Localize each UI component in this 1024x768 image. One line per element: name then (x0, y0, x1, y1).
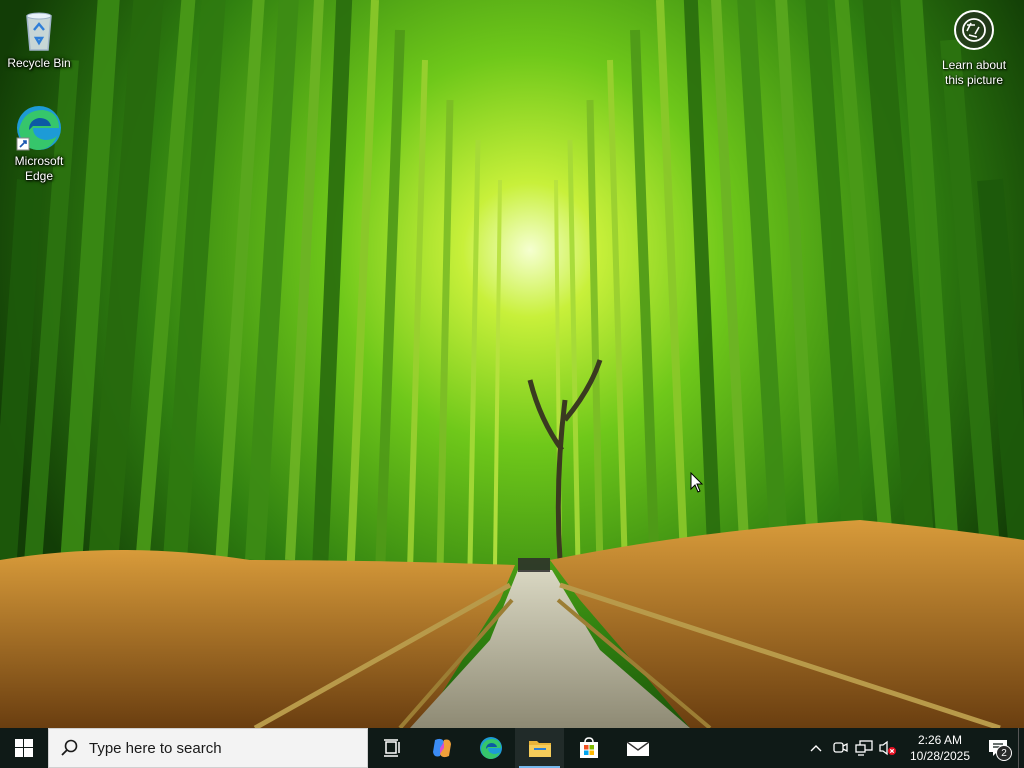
mail-button[interactable] (613, 728, 662, 768)
volume-button[interactable] (876, 728, 900, 768)
camera-lens-icon (954, 10, 994, 50)
windows-logo-icon (15, 739, 33, 757)
recycle-bin-desktop-icon[interactable]: Recycle Bin (1, 6, 77, 71)
file-explorer-button[interactable] (515, 728, 564, 768)
edge-icon (479, 737, 502, 759)
taskbar: Type here to search 2:26 AM 10/28/2025 2 (0, 728, 1024, 768)
network-button[interactable] (852, 728, 876, 768)
folder-icon (528, 741, 551, 757)
clock-time: 2:26 AM (917, 733, 963, 747)
start-button[interactable] (0, 728, 48, 768)
meet-now-icon (833, 742, 848, 753)
taskbar-clock[interactable]: 2:26 AM 10/28/2025 (902, 728, 978, 768)
microsoft-store-button[interactable] (564, 728, 613, 768)
system-tray: 2:26 AM 10/28/2025 2 (804, 728, 1024, 768)
learn-about-picture-label: Learn about this picture (941, 58, 1007, 87)
show-hidden-icons-button[interactable] (804, 728, 828, 768)
notification-count-badge: 2 (996, 745, 1012, 761)
search-placeholder: Type here to search (89, 739, 222, 757)
store-icon (579, 737, 598, 758)
recycle-bin-icon (15, 6, 63, 54)
volume-muted-icon (879, 740, 896, 756)
task-view-icon (383, 739, 400, 757)
microsoft-edge-label: Microsoft Edge (14, 154, 64, 183)
search-icon (61, 739, 78, 756)
copilot-button[interactable] (417, 728, 466, 768)
meet-now-button[interactable] (828, 728, 852, 768)
recycle-bin-label: Recycle Bin (7, 56, 71, 70)
edge-taskbar-button[interactable] (466, 728, 515, 768)
clock-date: 10/28/2025 (909, 749, 971, 763)
task-view-button[interactable] (368, 728, 417, 768)
copilot-icon (432, 738, 451, 758)
chevron-up-icon (810, 745, 822, 752)
show-desktop-button[interactable] (1018, 728, 1024, 768)
edge-icon (15, 104, 63, 152)
desktop-wallpaper (0, 0, 1024, 728)
action-center-button[interactable]: 2 (978, 728, 1018, 768)
bamboo-forest-image (0, 0, 1024, 728)
network-icon (855, 740, 873, 756)
taskbar-search-box[interactable]: Type here to search (48, 728, 368, 768)
mail-icon (626, 741, 649, 756)
microsoft-edge-desktop-icon[interactable]: Microsoft Edge (1, 104, 77, 184)
mouse-cursor-icon (690, 472, 704, 493)
learn-about-picture-button[interactable]: Learn about this picture (924, 10, 1024, 88)
